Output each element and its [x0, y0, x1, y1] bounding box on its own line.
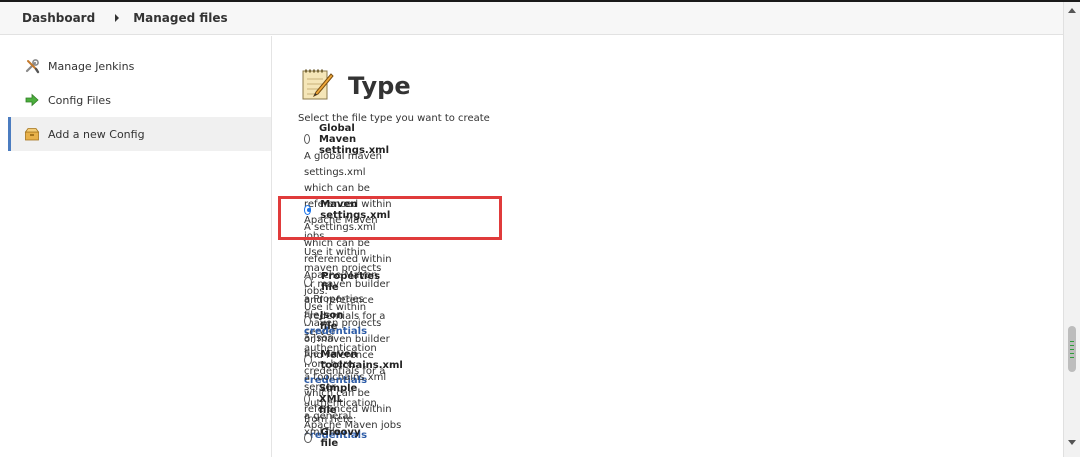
page-title: Type	[348, 72, 411, 100]
radio-groovy-file[interactable]	[304, 433, 312, 443]
radio-global-maven-settings[interactable]	[304, 134, 310, 144]
scrollbar-grip-line	[1070, 357, 1074, 358]
green-arrow-icon	[24, 92, 40, 108]
option-label[interactable]: Json file	[320, 310, 347, 332]
sidebar: Manage Jenkins Config Files Add a new Co…	[8, 36, 272, 457]
notepad-pencil-icon	[300, 66, 336, 106]
scroll-up-arrow-icon[interactable]	[1068, 8, 1076, 13]
wrench-screwdriver-icon	[24, 58, 40, 74]
option-groovy-file: Groovy file	[304, 427, 363, 449]
scrollbar-grip-line	[1070, 353, 1074, 354]
option-label[interactable]: Groovy file	[321, 427, 363, 449]
vertical-scrollbar[interactable]	[1063, 2, 1080, 457]
radio-maven-toolchains[interactable]	[304, 355, 312, 365]
highlight-box	[278, 196, 502, 240]
folder-box-icon	[24, 126, 40, 142]
sidebar-item-label: Config Files	[48, 93, 111, 107]
scroll-down-arrow-icon[interactable]	[1068, 440, 1076, 445]
sidebar-item-label: Manage Jenkins	[48, 59, 135, 73]
sidebar-item-label: Add a new Config	[48, 127, 145, 141]
radio-simple-xml-file[interactable]	[304, 394, 310, 404]
breadcrumb-separator-icon[interactable]	[115, 14, 120, 22]
scrollbar-grip-line	[1070, 341, 1074, 342]
breadcrumb: Dashboard Managed files	[0, 2, 1063, 35]
radio-properties-file[interactable]	[304, 277, 313, 287]
type-header: Type	[300, 66, 411, 106]
option-label[interactable]: Properties file	[321, 271, 382, 293]
sidebar-item-add-new-config[interactable]: Add a new Config	[8, 117, 271, 151]
scrollbar-grip-line	[1070, 345, 1074, 346]
sidebar-item-manage-jenkins[interactable]: Manage Jenkins	[8, 49, 271, 83]
scrollbar-thumb[interactable]	[1068, 326, 1076, 372]
scrollbar-grip-line	[1070, 349, 1074, 350]
breadcrumb-managed-files[interactable]: Managed files	[133, 11, 227, 25]
sidebar-item-config-files[interactable]: Config Files	[8, 83, 271, 117]
main-content: Type Select the file type you want to cr…	[298, 36, 1058, 457]
radio-json-file[interactable]	[304, 316, 311, 326]
option-label[interactable]: Maven toolchains.xml	[321, 349, 406, 371]
breadcrumb-dashboard[interactable]: Dashboard	[22, 11, 95, 25]
